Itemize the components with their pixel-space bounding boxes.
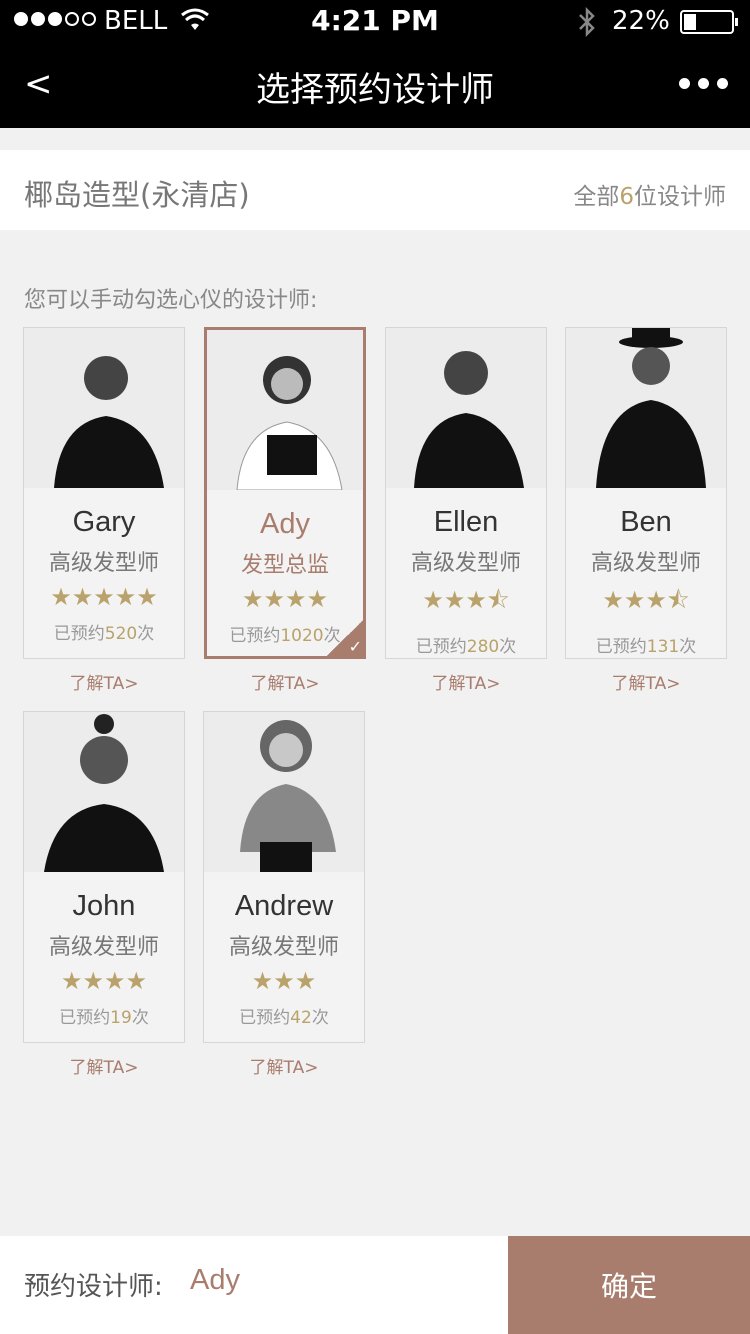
designer-name: Gary xyxy=(72,506,136,538)
designer-title: 高级发型师 xyxy=(410,551,521,576)
designer-card-ady[interactable]: Ady 发型总监 ★★★★ 已预约1020次 ✓ 了解TA> xyxy=(204,327,366,694)
bluetooth-icon xyxy=(579,6,595,38)
designer-title: 高级发型师 xyxy=(48,935,159,960)
battery-percent: 22% xyxy=(612,6,670,36)
bottom-bar: 预约设计师: Ady 确定 xyxy=(0,1236,750,1334)
more-options-icon[interactable] xyxy=(679,78,728,89)
selected-designer-value: Ady xyxy=(190,1264,240,1296)
rating-stars: ★★★⯪ xyxy=(602,586,690,614)
designer-card-ellen[interactable]: Ellen 高级发型师 ★★★⯪ 已预约280次 了解TA> xyxy=(385,327,547,694)
battery-icon xyxy=(680,10,738,34)
designer-name: Ellen xyxy=(433,506,499,538)
rating-stars: ★★★★ xyxy=(241,585,329,613)
rating-stars: ★★★⯪ xyxy=(422,586,510,614)
selected-designer-label: 预约设计师: xyxy=(24,1272,163,1302)
confirm-button[interactable]: 确定 xyxy=(508,1236,750,1334)
designer-title: 高级发型师 xyxy=(48,551,159,576)
learn-more-link[interactable]: 了解TA> xyxy=(203,1053,365,1078)
learn-more-link[interactable]: 了解TA> xyxy=(23,1053,185,1078)
rating-stars: ★★★★ xyxy=(60,967,148,995)
designer-photo xyxy=(386,328,546,488)
learn-more-link[interactable]: 了解TA> xyxy=(204,669,366,694)
selected-check-icon: ✓ xyxy=(325,618,365,658)
designer-card-john[interactable]: John 高级发型师 ★★★★ 已预约19次 了解TA> xyxy=(23,711,185,1078)
designer-card-andrew[interactable]: Andrew 高级发型师 ★★★ 已预约42次 了解TA> xyxy=(203,711,365,1078)
booking-count: 已预约520次 xyxy=(53,624,155,644)
designer-name: John xyxy=(72,890,136,922)
learn-more-link[interactable]: 了解TA> xyxy=(565,669,727,694)
designer-name: Andrew xyxy=(234,890,334,922)
designer-title: 发型总监 xyxy=(240,553,329,578)
designer-photo xyxy=(24,328,184,488)
booking-count: 已预约131次 xyxy=(595,637,697,657)
page-title: 选择预约设计师 xyxy=(256,70,494,110)
store-name: 椰岛造型(永清店) xyxy=(24,178,250,212)
status-bar: BELL 4:21 PM 22% xyxy=(0,0,750,44)
booking-count: 已预约280次 xyxy=(415,637,517,657)
learn-more-link[interactable]: 了解TA> xyxy=(385,669,547,694)
designer-card-gary[interactable]: Gary 高级发型师 ★★★★★ 已预约520次 了解TA> xyxy=(23,327,185,694)
booking-count: 已预约19次 xyxy=(59,1008,149,1028)
designer-name: Ady xyxy=(260,508,310,540)
rating-stars: ★★★★★ xyxy=(50,583,158,611)
designer-photo xyxy=(24,712,184,872)
designer-photo xyxy=(204,712,364,872)
designer-card-ben[interactable]: Ben 高级发型师 ★★★⯪ 已预约131次 了解TA> xyxy=(565,327,727,694)
designer-name: Ben xyxy=(620,506,672,538)
designer-photo xyxy=(207,330,363,490)
top-bar: BELL 4:21 PM 22% < 选择预约设计师 xyxy=(0,0,750,128)
rating-stars: ★★★ xyxy=(251,967,317,995)
designer-title: 高级发型师 xyxy=(228,935,339,960)
designer-count[interactable]: 全部6位设计师 xyxy=(573,177,726,211)
booking-count: 已预约42次 xyxy=(239,1008,329,1028)
selection-hint: 您可以手动勾选心仪的设计师: xyxy=(24,288,318,313)
designer-title: 高级发型师 xyxy=(590,551,701,576)
learn-more-link[interactable]: 了解TA> xyxy=(23,669,185,694)
designer-photo xyxy=(566,328,726,488)
store-bar: 椰岛造型(永清店) 全部6位设计师 xyxy=(0,150,750,230)
